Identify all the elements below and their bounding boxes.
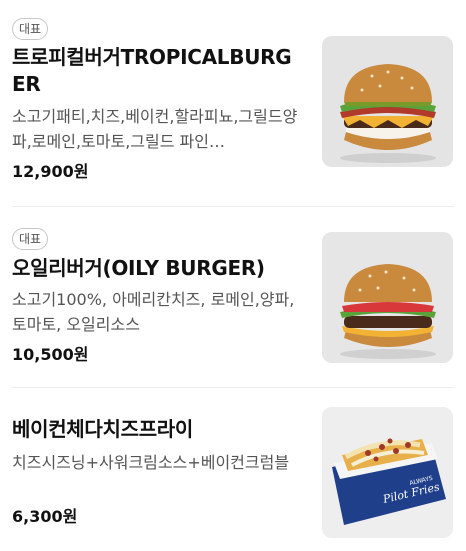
signature-badge: 대표 bbox=[12, 18, 49, 40]
menu-item-name: 트로피컬버거TROPICALBURGER bbox=[12, 45, 292, 96]
menu-item-price: 12,900원 bbox=[12, 162, 89, 181]
menu-item-tropical-burger[interactable]: 대표 트로피컬버거TROPICALBURGER 소고기패티,치즈,베이컨,할라피… bbox=[0, 0, 466, 206]
menu-item-price: 10,500원 bbox=[12, 345, 89, 364]
menu-item-bacon-cheddar-fries[interactable]: 베이컨체다치즈프라이 치즈시즈닝+사워크림소스+베이컨크럼블 6,300원 Pi… bbox=[0, 388, 466, 551]
menu-item-oily-burger[interactable]: 대표 오일리버거(OILY BURGER) 소고기100%, 아메리칸치즈, 로… bbox=[0, 207, 466, 387]
menu-item-description: 소고기패티,치즈,베이컨,할라피뇨,그릴드양파,로메인,토마토,그릴드 파인… bbox=[12, 107, 298, 151]
menu-item-name: 오일리버거(OILY BURGER) bbox=[12, 256, 265, 280]
burger-image bbox=[322, 232, 453, 363]
menu-item-price: 6,300원 bbox=[12, 507, 78, 526]
menu-item-description: 치즈시즈닝+사워크림소스+베이컨크럼블 bbox=[12, 453, 290, 472]
menu-item-name: 베이컨체다치즈프라이 bbox=[12, 417, 193, 441]
menu-item-description: 소고기100%, 아메리칸치즈, 로메인,양파, 토마토, 오일리소스 bbox=[12, 290, 295, 334]
burger-image bbox=[322, 36, 453, 167]
fries-box-image: Pilot Fries ALWAYS bbox=[322, 407, 453, 538]
signature-badge: 대표 bbox=[12, 228, 49, 250]
